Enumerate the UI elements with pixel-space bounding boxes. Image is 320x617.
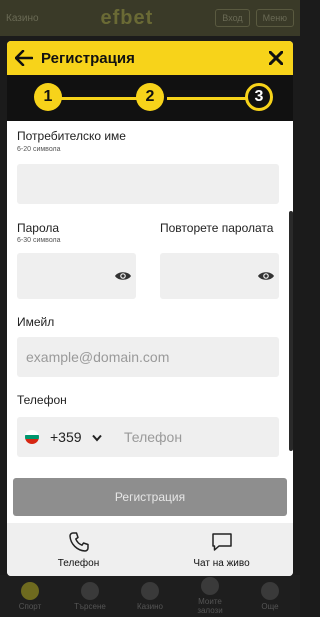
background-nav-search: Търсене [68,581,112,611]
password-repeat-input[interactable] [160,253,279,299]
show-password-eye-icon[interactable] [114,270,132,282]
background-login-button: Вход [215,9,250,27]
modal-title: Регистрация [41,49,135,67]
show-password-repeat-eye-icon[interactable] [257,270,275,282]
background-casino-link: Казино [6,12,39,24]
step-2: 2 [136,83,164,111]
phone-support-label: Телефон [57,557,100,569]
background-menu-button: Меню [255,9,294,27]
background-logo: efbet [100,6,154,29]
password-repeat-label: Повторете паролата [160,221,274,235]
chevron-down-icon[interactable] [92,434,102,442]
support-footer: Телефон Чат на живо [7,523,293,576]
password-input[interactable] [17,253,136,299]
background-nav-more: Още [248,581,292,611]
bulgaria-flag-icon[interactable] [25,430,39,444]
email-input[interactable]: example@domain.com [17,337,279,377]
step-connector-1 [53,97,137,100]
live-chat-label: Чат на живо [193,557,250,569]
background-nav-sport: Спорт [8,581,52,611]
register-submit-button[interactable]: Регистрация [13,478,287,516]
phone-label: Телефон [17,393,67,407]
username-hint: 6-20 символа [17,146,61,153]
step-1: 1 [34,83,62,111]
background-actions: Вход Меню [215,9,294,27]
live-chat-button[interactable]: Чат на живо [150,523,293,576]
email-placeholder: example@domain.com [26,349,170,365]
background-nav-casino: Казино [128,581,172,611]
registration-stepper: 1 2 3 [7,75,293,121]
phone-icon [68,531,89,552]
background-header: Казино efbet Вход Меню [0,0,300,36]
password-label: Парола [17,221,60,235]
step-3-current: 3 [245,83,273,111]
phone-support-button[interactable]: Телефон [7,523,150,576]
phone-placeholder: Телефон [124,429,183,445]
back-arrow-icon[interactable] [13,47,35,69]
modal-header: Регистрация [7,41,293,75]
username-input[interactable] [17,164,279,204]
background-bottom-nav: Спорт Търсене Казино Моите залози Още [0,575,300,617]
chat-icon [211,532,232,551]
phone-input[interactable]: +359 Телефон [17,417,279,457]
background-nav-bets: Моите залози [188,577,232,615]
country-code[interactable]: +359 [50,429,82,445]
form-scrollbar[interactable] [289,211,293,451]
password-hint: 6-30 символа [17,237,61,244]
step-connector-2 [167,97,247,100]
email-label: Имейл [17,315,55,329]
close-icon[interactable] [265,47,287,69]
registration-modal: Регистрация 1 2 3 Потребителско име 6-20… [7,41,293,576]
username-label: Потребителско име [17,129,126,143]
registration-form: Потребителско име 6-20 символа Парола 6-… [7,121,293,501]
